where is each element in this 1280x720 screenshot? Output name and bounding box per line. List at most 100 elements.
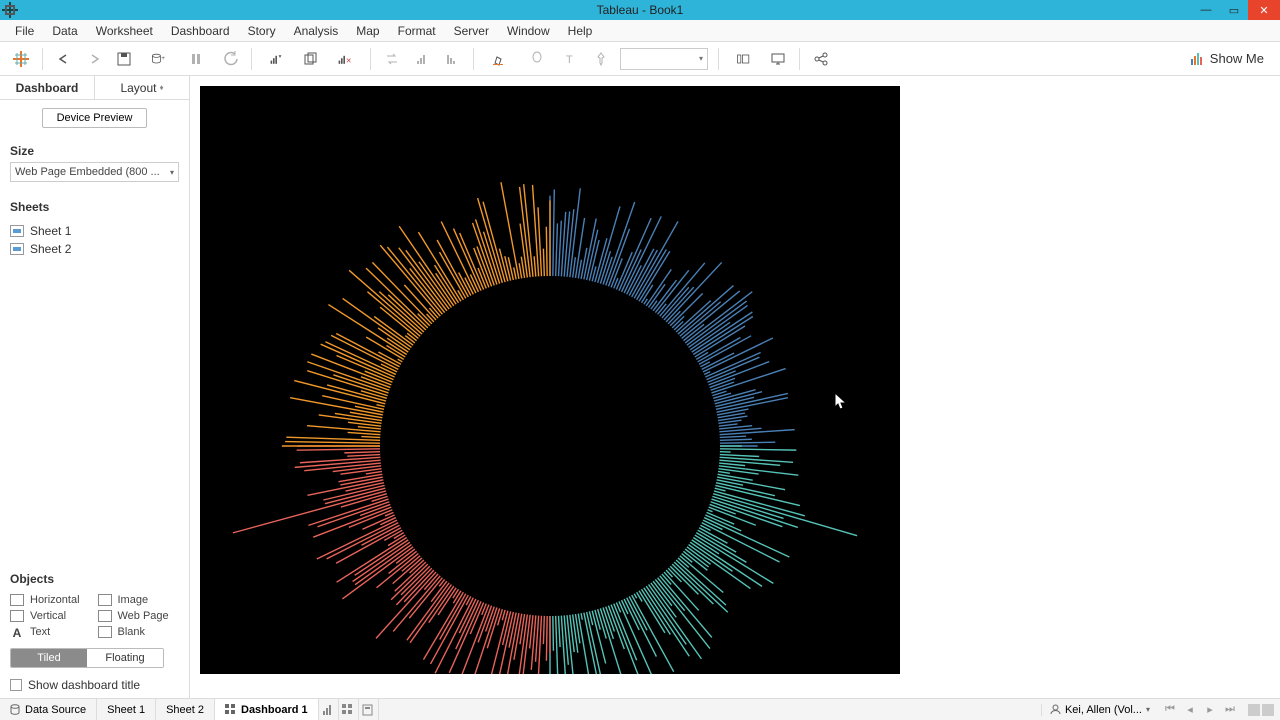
radial-bar[interactable] (543, 249, 544, 276)
menu-window[interactable]: Window (498, 22, 559, 40)
radial-bar[interactable] (634, 594, 637, 599)
radial-bar[interactable] (581, 613, 582, 620)
window-minimize-button[interactable]: — (1192, 0, 1220, 20)
radial-chart-viz[interactable] (200, 86, 900, 674)
nav-last-button[interactable]: ⏭ (1222, 703, 1238, 716)
radial-bar[interactable] (720, 442, 775, 443)
radial-bar[interactable] (457, 605, 489, 674)
radial-bar[interactable] (502, 610, 505, 620)
sheet2-tab[interactable]: Sheet 2 (156, 699, 215, 720)
object-vertical[interactable]: Vertical (10, 610, 92, 622)
radial-bar[interactable] (358, 427, 381, 429)
radial-bar[interactable] (646, 586, 686, 644)
radial-bar[interactable] (402, 556, 420, 571)
new-data-source-button[interactable]: + (139, 45, 177, 73)
radial-bar[interactable] (398, 359, 403, 362)
undo-button[interactable] (49, 45, 79, 73)
radial-bar[interactable] (297, 449, 380, 450)
menu-server[interactable]: Server (445, 22, 498, 40)
tab-dashboard[interactable]: Dashboard (0, 76, 95, 99)
sheet-item-2[interactable]: Sheet 2 (10, 240, 179, 258)
radial-bar[interactable] (676, 560, 726, 605)
radial-bar[interactable] (556, 616, 558, 674)
radial-bar[interactable] (404, 570, 434, 602)
radial-bar[interactable] (307, 480, 383, 495)
radial-bar[interactable] (546, 616, 547, 661)
show-me-button[interactable]: Show Me (1190, 51, 1274, 66)
menu-format[interactable]: Format (389, 22, 445, 40)
radial-bar[interactable] (718, 420, 741, 423)
tiled-floating-toggle[interactable]: Tiled Floating (10, 648, 164, 668)
show-dashboard-title-checkbox[interactable]: Show dashboard title (10, 678, 179, 692)
object-web-page[interactable]: Web Page (98, 610, 180, 622)
show-hide-cards-button[interactable] (725, 45, 763, 73)
user-menu[interactable]: Kei, Allen (Vol...▾ (1041, 704, 1158, 716)
radial-bar[interactable] (328, 305, 406, 355)
radial-bar[interactable] (361, 437, 380, 438)
radial-bar[interactable] (543, 616, 544, 644)
radial-bar[interactable] (622, 600, 628, 614)
radial-bar[interactable] (717, 398, 788, 412)
radial-bar[interactable] (718, 471, 730, 473)
radial-bar[interactable] (708, 510, 713, 512)
radial-bar[interactable] (578, 260, 581, 279)
new-worksheet-tab-button[interactable] (319, 699, 339, 720)
radial-bar[interactable] (395, 562, 426, 591)
new-worksheet-button[interactable]: ▾ (258, 45, 296, 73)
radial-bar[interactable] (366, 471, 382, 473)
radial-bar[interactable] (323, 485, 384, 500)
radial-bar[interactable] (514, 267, 516, 279)
clear-button[interactable]: ✕ (326, 45, 364, 73)
share-button[interactable] (806, 45, 836, 73)
menu-dashboard[interactable]: Dashboard (162, 22, 239, 40)
radial-bar[interactable] (438, 588, 456, 615)
pin-button[interactable] (586, 45, 616, 73)
radial-bar[interactable] (713, 494, 857, 536)
radial-bar[interactable] (704, 372, 710, 375)
menu-analysis[interactable]: Analysis (285, 22, 348, 40)
object-horizontal[interactable]: Horizontal (10, 594, 92, 606)
radial-bar[interactable] (519, 263, 522, 278)
radial-bar[interactable] (619, 218, 651, 290)
radial-bar[interactable] (367, 292, 420, 337)
run-update-button[interactable] (215, 45, 245, 73)
radial-bar[interactable] (478, 198, 503, 283)
data-source-tab[interactable]: Data Source (0, 699, 97, 720)
new-story-tab-button[interactable] (359, 699, 379, 720)
sort-desc-button[interactable] (437, 45, 467, 73)
radial-bar[interactable] (646, 269, 671, 306)
floating-option[interactable]: Floating (87, 649, 163, 667)
radial-bar[interactable] (664, 287, 694, 320)
radial-bar[interactable] (387, 338, 408, 352)
view-filmstrip-button[interactable] (1248, 704, 1260, 716)
radial-bar[interactable] (689, 545, 751, 589)
sheet1-tab[interactable]: Sheet 1 (97, 699, 156, 720)
radial-bar[interactable] (595, 238, 607, 282)
radial-bar[interactable] (355, 406, 383, 412)
device-preview-button[interactable]: Device Preview (42, 108, 148, 128)
window-close-button[interactable]: ✕ (1248, 0, 1280, 20)
redo-button[interactable] (79, 45, 109, 73)
menu-data[interactable]: Data (43, 22, 86, 40)
menu-file[interactable]: File (6, 22, 43, 40)
radial-bar[interactable] (533, 185, 539, 276)
dashboard-canvas[interactable] (190, 76, 1280, 698)
radial-bar[interactable] (559, 221, 562, 277)
radial-bar[interactable] (505, 256, 511, 280)
swap-button[interactable] (377, 45, 407, 73)
radial-bar[interactable] (719, 424, 738, 426)
pause-auto-updates-button[interactable] (177, 45, 215, 73)
radial-bar[interactable] (286, 437, 380, 440)
radial-bar[interactable] (556, 223, 558, 276)
menu-worksheet[interactable]: Worksheet (87, 22, 162, 40)
radial-bar[interactable] (715, 392, 762, 404)
sheet-item-1[interactable]: Sheet 1 (10, 222, 179, 240)
radial-bar[interactable] (653, 581, 672, 606)
radial-bar[interactable] (407, 333, 416, 340)
radial-bar[interactable] (720, 455, 759, 457)
radial-bar[interactable] (717, 409, 748, 415)
radial-bar[interactable] (660, 263, 705, 316)
group-button[interactable] (518, 45, 556, 73)
radial-bar[interactable] (285, 442, 380, 444)
radial-bar[interactable] (581, 248, 587, 279)
